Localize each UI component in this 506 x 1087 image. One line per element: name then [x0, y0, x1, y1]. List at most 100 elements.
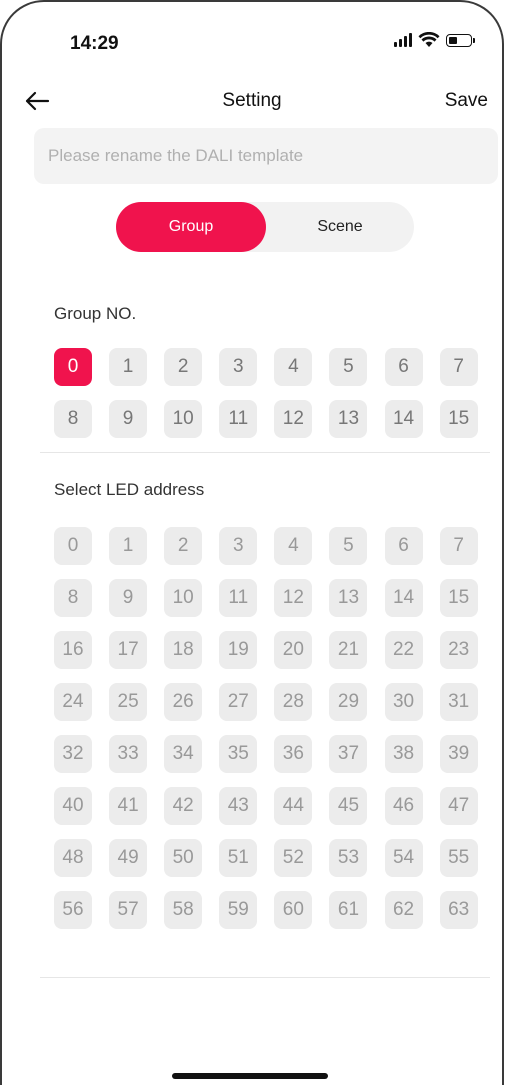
group-number-chip-10[interactable]: 10 [164, 400, 203, 438]
led-address-chip-5[interactable]: 5 [329, 527, 368, 565]
group-number-chip-11[interactable]: 11 [219, 400, 258, 438]
led-address-chip-17[interactable]: 17 [109, 631, 148, 669]
nav-bar: Setting Save [2, 80, 502, 124]
led-address-chip-0[interactable]: 0 [54, 527, 92, 565]
led-address-chip-27[interactable]: 27 [219, 683, 258, 721]
led-address-chip-2[interactable]: 2 [164, 527, 203, 565]
led-address-label: Select LED address [54, 480, 205, 499]
led-address-chip-53[interactable]: 53 [329, 839, 368, 877]
led-address-chip-12[interactable]: 12 [274, 579, 313, 617]
led-address-chip-20[interactable]: 20 [274, 631, 313, 669]
led-address-chip-30[interactable]: 30 [384, 683, 423, 721]
led-address-chip-59[interactable]: 59 [219, 891, 258, 929]
led-address-chip-1[interactable]: 1 [109, 527, 148, 565]
group-number-chip-8[interactable]: 8 [54, 400, 92, 438]
divider [40, 452, 490, 453]
led-address-chip-52[interactable]: 52 [274, 839, 313, 877]
divider [40, 977, 490, 978]
led-address-chip-6[interactable]: 6 [384, 527, 423, 565]
led-address-chip-50[interactable]: 50 [164, 839, 203, 877]
group-number-grid: 0 1 2 3 4 5 6 7 8 9 10 11 12 13 14 15 [54, 348, 478, 438]
template-name-input[interactable] [34, 128, 498, 184]
led-address-chip-57[interactable]: 57 [109, 891, 148, 929]
led-address-chip-13[interactable]: 13 [329, 579, 368, 617]
led-address-chip-43[interactable]: 43 [219, 787, 258, 825]
led-address-chip-48[interactable]: 48 [54, 839, 92, 877]
led-address-chip-28[interactable]: 28 [274, 683, 313, 721]
led-address-grid: 0 1 2 3 4 5 6 7 8 9 10 11 12 13 14 15 16 17 18 19 20 21 22 23 24… [54, 527, 478, 929]
wifi-icon [418, 32, 440, 47]
group-number-chip-13[interactable]: 13 [329, 400, 368, 438]
save-button[interactable]: Save [445, 90, 488, 112]
led-address-chip-41[interactable]: 41 [109, 787, 148, 825]
group-number-chip-5[interactable]: 5 [329, 348, 368, 386]
home-indicator [172, 1073, 328, 1079]
led-address-chip-23[interactable]: 23 [439, 631, 478, 669]
led-address-chip-22[interactable]: 22 [384, 631, 423, 669]
led-address-chip-62[interactable]: 62 [384, 891, 423, 929]
led-address-chip-11[interactable]: 11 [219, 579, 258, 617]
led-address-chip-21[interactable]: 21 [329, 631, 368, 669]
tab-group[interactable]: Group [116, 202, 266, 252]
led-address-chip-15[interactable]: 15 [439, 579, 478, 617]
led-address-chip-38[interactable]: 38 [384, 735, 423, 773]
led-address-chip-26[interactable]: 26 [164, 683, 203, 721]
led-address-chip-46[interactable]: 46 [384, 787, 423, 825]
group-number-chip-7[interactable]: 7 [439, 348, 478, 386]
status-time: 14:29 [70, 33, 119, 54]
led-address-chip-36[interactable]: 36 [274, 735, 313, 773]
group-number-chip-0[interactable]: 0 [54, 348, 92, 386]
group-number-chip-6[interactable]: 6 [384, 348, 423, 386]
led-address-chip-24[interactable]: 24 [54, 683, 92, 721]
group-number-chip-4[interactable]: 4 [274, 348, 313, 386]
led-address-chip-33[interactable]: 33 [109, 735, 148, 773]
led-address-chip-60[interactable]: 60 [274, 891, 313, 929]
led-address-chip-3[interactable]: 3 [219, 527, 258, 565]
led-address-chip-39[interactable]: 39 [439, 735, 478, 773]
group-scene-switch: Group Scene [116, 202, 414, 252]
led-address-chip-32[interactable]: 32 [54, 735, 92, 773]
led-address-chip-55[interactable]: 55 [439, 839, 478, 877]
phone-frame: 14:29 Setting Save Group Scene Group NO.… [0, 0, 504, 1085]
led-address-chip-14[interactable]: 14 [384, 579, 423, 617]
led-address-chip-47[interactable]: 47 [439, 787, 478, 825]
led-address-chip-7[interactable]: 7 [439, 527, 478, 565]
group-number-chip-14[interactable]: 14 [384, 400, 423, 438]
led-address-chip-8[interactable]: 8 [54, 579, 92, 617]
led-address-chip-56[interactable]: 56 [54, 891, 92, 929]
led-address-chip-49[interactable]: 49 [109, 839, 148, 877]
led-address-chip-31[interactable]: 31 [439, 683, 478, 721]
status-icons [394, 32, 475, 48]
led-address-chip-58[interactable]: 58 [164, 891, 203, 929]
led-address-chip-35[interactable]: 35 [219, 735, 258, 773]
led-address-chip-18[interactable]: 18 [164, 631, 203, 669]
battery-icon [446, 33, 475, 47]
led-address-chip-42[interactable]: 42 [164, 787, 203, 825]
group-number-chip-1[interactable]: 1 [109, 348, 148, 386]
signal-icon [394, 33, 412, 47]
tab-scene[interactable]: Scene [266, 202, 414, 252]
group-number-chip-9[interactable]: 9 [109, 400, 148, 438]
group-number-chip-3[interactable]: 3 [219, 348, 258, 386]
group-number-chip-12[interactable]: 12 [274, 400, 313, 438]
led-address-chip-25[interactable]: 25 [109, 683, 148, 721]
status-bar: 14:29 [2, 2, 502, 72]
led-address-chip-44[interactable]: 44 [274, 787, 313, 825]
group-number-chip-15[interactable]: 15 [439, 400, 478, 438]
led-address-chip-10[interactable]: 10 [164, 579, 203, 617]
led-address-chip-51[interactable]: 51 [219, 839, 258, 877]
led-address-chip-34[interactable]: 34 [164, 735, 203, 773]
led-address-chip-9[interactable]: 9 [109, 579, 148, 617]
led-address-chip-4[interactable]: 4 [274, 527, 313, 565]
led-address-chip-37[interactable]: 37 [329, 735, 368, 773]
led-address-chip-16[interactable]: 16 [54, 631, 92, 669]
led-address-chip-29[interactable]: 29 [329, 683, 368, 721]
led-address-chip-40[interactable]: 40 [54, 787, 92, 825]
led-address-chip-61[interactable]: 61 [329, 891, 368, 929]
led-address-chip-19[interactable]: 19 [219, 631, 258, 669]
led-address-chip-63[interactable]: 63 [439, 891, 478, 929]
led-address-chip-45[interactable]: 45 [329, 787, 368, 825]
group-number-chip-2[interactable]: 2 [164, 348, 203, 386]
led-address-chip-54[interactable]: 54 [384, 839, 423, 877]
group-number-label: Group NO. [54, 304, 137, 323]
